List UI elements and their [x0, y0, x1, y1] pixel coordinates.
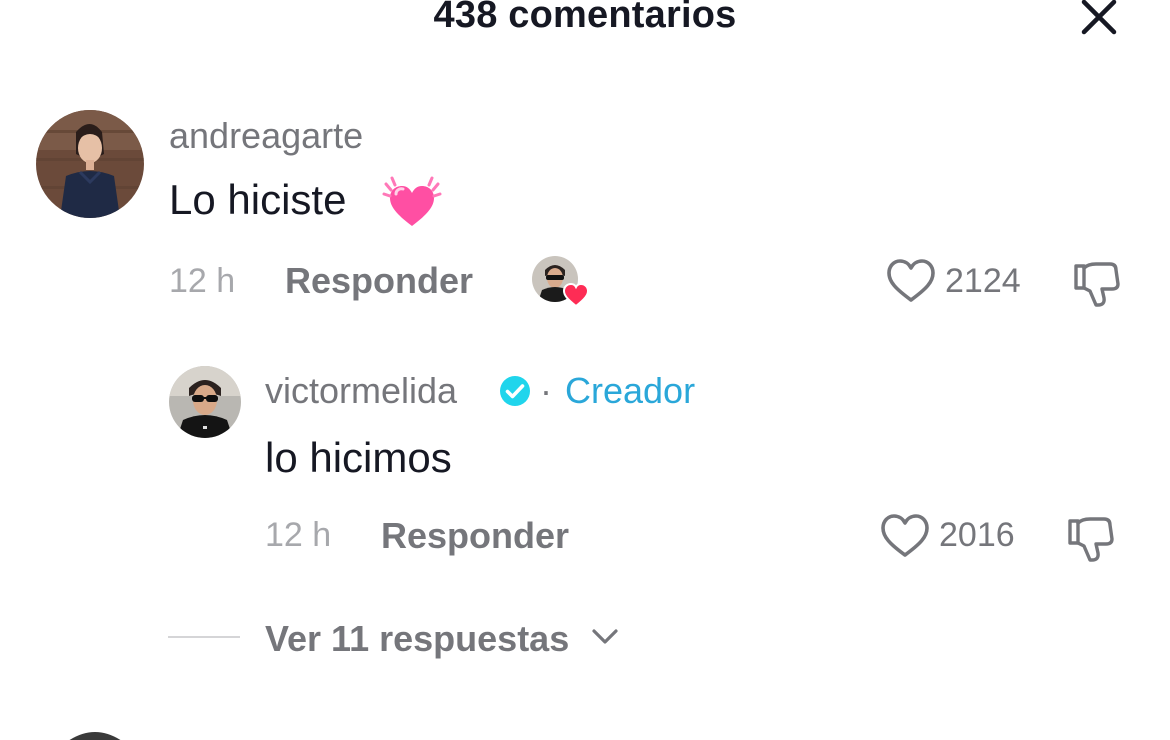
like-count: 2016 [939, 516, 1015, 554]
comment-text-content: Lo hiciste [169, 176, 347, 223]
comment-username[interactable]: andreagarte [169, 115, 363, 157]
replies-divider-line [168, 636, 240, 638]
reply-text: lo hicimos [265, 434, 452, 481]
reply-button[interactable]: Responder [285, 260, 473, 302]
like-count: 2124 [945, 262, 1021, 300]
heart-outline-icon[interactable] [879, 512, 931, 565]
separator-dot: · [540, 370, 552, 411]
beating-heart-icon [382, 176, 442, 237]
thumbs-down-icon[interactable] [1064, 513, 1118, 570]
reply-username[interactable]: victormelida [265, 370, 457, 412]
heart-outline-icon[interactable] [885, 257, 937, 310]
thumbs-down-icon[interactable] [1070, 258, 1124, 315]
creator-badge: Creador [565, 370, 696, 411]
view-replies-button[interactable]: Ver 11 respuestas [265, 618, 569, 660]
next-comment-avatar-partial [60, 728, 130, 740]
comment-text: Lo hiciste [169, 176, 346, 224]
comment-timestamp: 12 h [169, 262, 236, 300]
chevron-down-icon[interactable] [590, 626, 620, 653]
comments-count-title: 438 comentarios [433, 0, 737, 36]
creator-liked-indicator [532, 256, 590, 308]
heart-filled-icon [562, 282, 590, 313]
avatar-andreagarte[interactable] [36, 110, 144, 218]
reply-timestamp: 12 h [265, 516, 332, 554]
view-replies-label: Ver 11 respuestas [265, 618, 570, 659]
reply-button[interactable]: Responder [381, 515, 569, 557]
verified-badge-icon [498, 374, 532, 413]
close-icon[interactable] [1076, 0, 1122, 40]
avatar-victormelida[interactable] [169, 366, 241, 438]
